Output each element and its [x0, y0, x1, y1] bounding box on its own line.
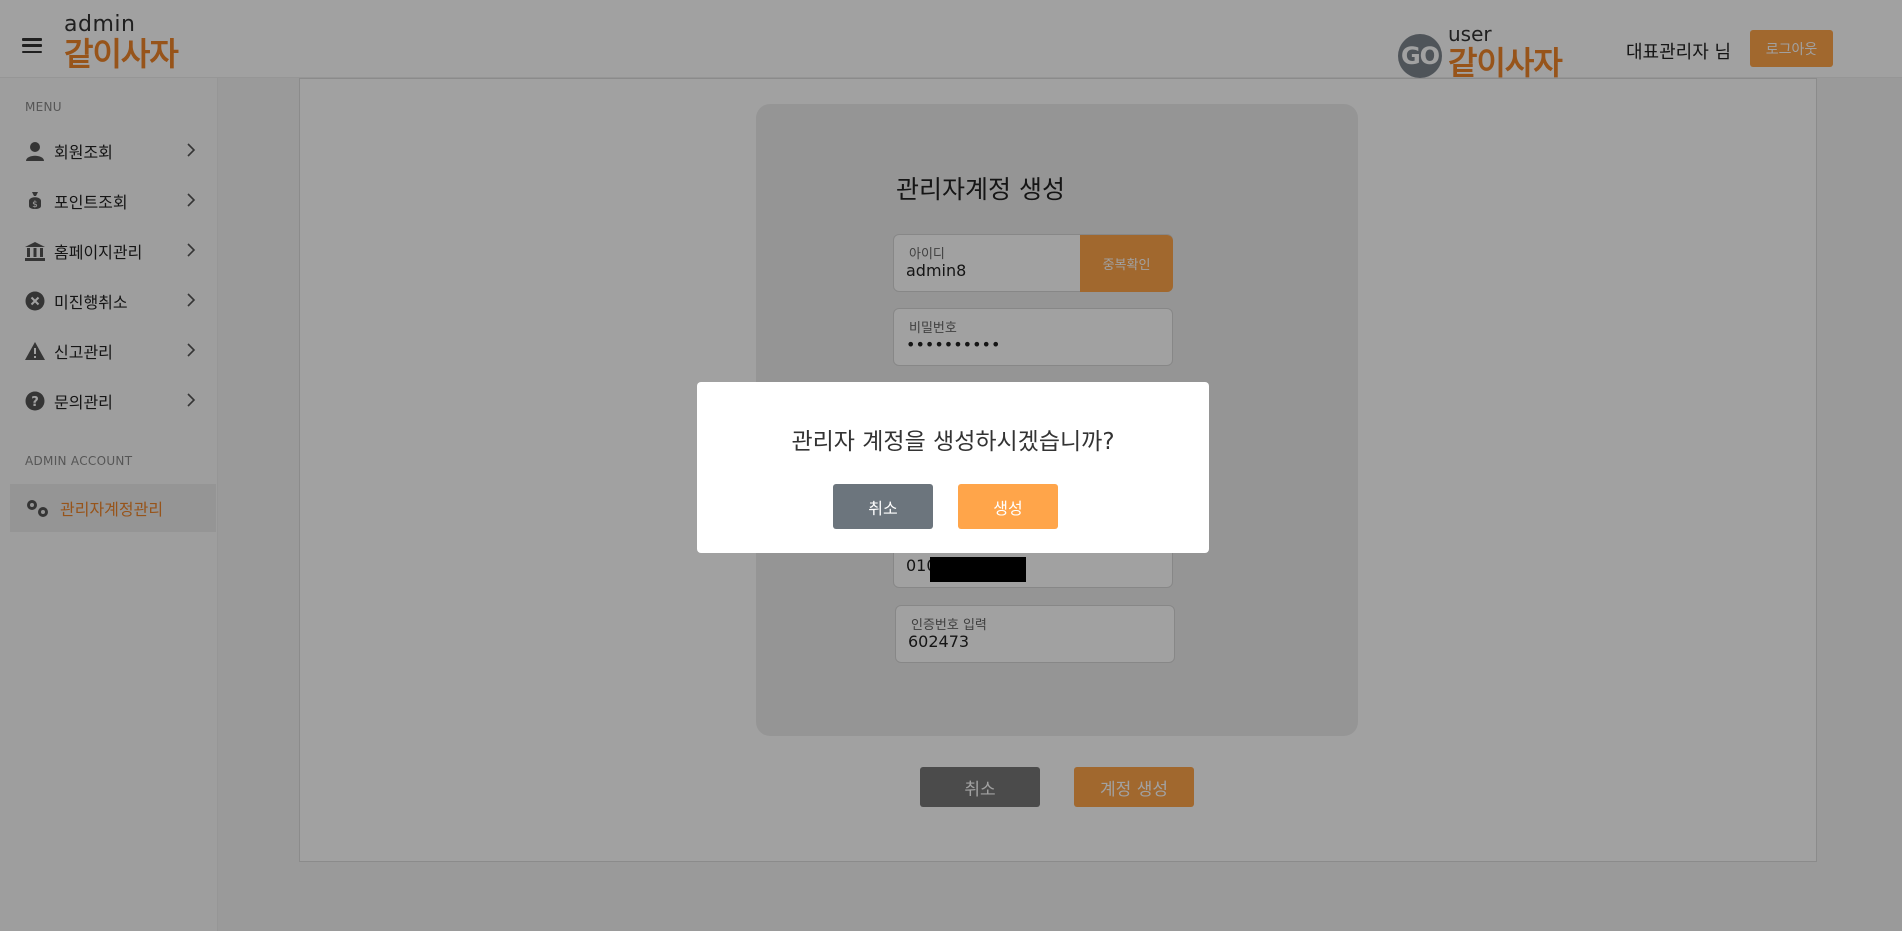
confirm-dialog-message: 관리자 계정을 생성하시겠습니까?: [791, 429, 1115, 455]
confirm-dialog: 관리자 계정을 생성하시겠습니까? 취소 생성: [697, 382, 1209, 553]
dialog-confirm-button[interactable]: 생성: [958, 484, 1058, 529]
dialog-cancel-button[interactable]: 취소: [833, 484, 933, 529]
